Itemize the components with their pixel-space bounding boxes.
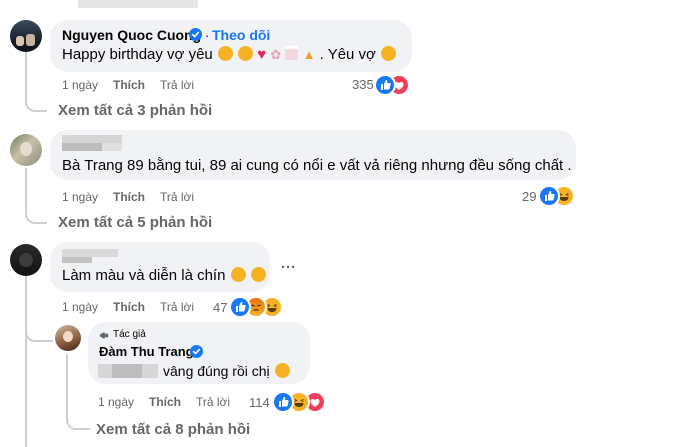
smiling-emoji-icon [274, 363, 290, 378]
comment-text: Làm màu và diễn là chín [62, 267, 266, 284]
view-replies-link[interactable]: Xem tất cả 3 phản hồi [58, 102, 212, 119]
like-button[interactable]: Thích [113, 190, 145, 204]
thread-connector [25, 322, 53, 342]
reaction-count[interactable]: 47 [213, 300, 227, 315]
like-reaction-icon[interactable] [538, 185, 560, 207]
avatar[interactable] [10, 20, 42, 52]
comment-text: Happy birthday vợ yêu ♥ ✿ ▲ . Yêu vợ [62, 46, 397, 63]
redacted-author-name [62, 249, 118, 257]
smirk-emoji-icon [250, 267, 266, 282]
kissing-emoji-icon [238, 46, 254, 61]
reply-author[interactable]: Đàm Thu Trang [99, 344, 194, 359]
thread-connector [25, 202, 47, 224]
comment-time[interactable]: 1 ngày [62, 300, 98, 314]
redacted-author-name [62, 143, 102, 151]
reaction-count[interactable]: 114 [249, 395, 270, 410]
tagged-user-mention [112, 364, 142, 378]
like-reaction-icon[interactable] [374, 74, 396, 96]
reply-text: vâng đúng rồi chị [163, 363, 290, 379]
thread-connector [66, 410, 90, 430]
reply-text-content: vâng đúng rồi chị [163, 363, 270, 379]
like-button[interactable]: Thích [113, 300, 145, 314]
party-popper-emoji-icon: ▲ [302, 47, 316, 62]
red-heart-emoji-icon: ♥ [257, 46, 267, 63]
comment-time[interactable]: 1 ngày [62, 190, 98, 204]
smiling-hearts-emoji-icon [217, 46, 233, 61]
avatar[interactable] [55, 325, 81, 351]
avatar[interactable] [10, 134, 42, 166]
author-badge-icon [99, 331, 109, 340]
comment-text: Bà Trang 89 bằng tui, 89 ai cung có nổi … [62, 157, 572, 174]
avatar[interactable] [10, 244, 42, 276]
author-badge-label: Tác giả [113, 329, 146, 340]
separator-dot: · [205, 28, 210, 43]
ribbon-emoji-icon: ✿ [270, 47, 282, 62]
redacted-author-name [62, 135, 122, 143]
like-reaction-icon[interactable] [229, 296, 251, 318]
cake-emoji-icon [285, 46, 299, 60]
thread-connector [25, 90, 47, 112]
reaction-count[interactable]: 335 [352, 77, 374, 92]
reply-button[interactable]: Trả lời [160, 78, 194, 92]
like-button[interactable]: Thích [113, 78, 145, 92]
view-replies-link[interactable]: Xem tất cả 5 phản hồi [58, 214, 212, 231]
cropped-previous-content [78, 0, 198, 8]
reply-button[interactable]: Trả lời [160, 190, 194, 204]
smirk-emoji-icon [230, 267, 246, 282]
like-button[interactable]: Thích [149, 395, 181, 409]
reaction-count[interactable]: 29 [522, 189, 536, 204]
verified-badge-icon [190, 345, 203, 358]
redacted-author-name [62, 257, 92, 263]
thread-line [25, 274, 27, 447]
kissing-emoji-icon [381, 46, 397, 61]
reply-time[interactable]: 1 ngày [98, 395, 134, 409]
more-options-icon[interactable]: ··· [281, 259, 296, 276]
like-reaction-icon[interactable] [272, 391, 294, 413]
follow-button[interactable]: Theo dõi [212, 27, 270, 43]
comment-author[interactable]: Nguyen Quoc Cuong [62, 27, 201, 43]
view-replies-link[interactable]: Xem tất cả 8 phản hồi [96, 421, 250, 438]
redacted-author-name [102, 143, 122, 151]
verified-badge-icon [189, 28, 202, 41]
reply-button[interactable]: Trả lời [160, 300, 194, 314]
thread-line [66, 354, 68, 414]
reply-button[interactable]: Trả lời [196, 395, 230, 409]
comment-text-start: Happy birthday vợ yêu [62, 46, 213, 63]
comment-time[interactable]: 1 ngày [62, 78, 98, 92]
comment-text-tail: . Yêu vợ [319, 46, 376, 63]
comment-text-content: Làm màu và diễn là chín [62, 267, 226, 284]
